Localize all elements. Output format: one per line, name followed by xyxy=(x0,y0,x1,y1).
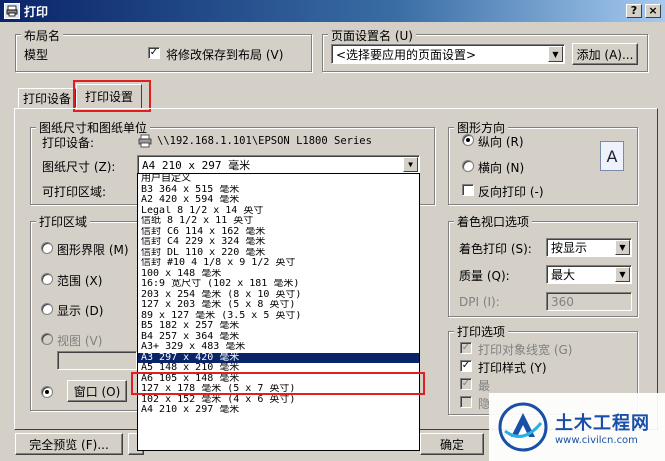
reverse-print-checkbox[interactable] xyxy=(462,184,474,196)
shade-plot-select[interactable]: 按显示 ▼ xyxy=(546,238,632,257)
paper-size-option[interactable]: 信封 DL 110 x 220 毫米 xyxy=(138,248,419,259)
print-area-display-label[interactable]: 显示 (D) xyxy=(57,302,103,319)
print-area-limits-radio[interactable] xyxy=(41,242,53,254)
paper-size-option[interactable]: 203 x 254 毫米 (8 x 10 英寸) xyxy=(138,290,419,301)
page-setup-select[interactable]: <选择要应用的页面设置> ▼ xyxy=(331,44,565,64)
paper-size-option[interactable]: 用户自定义 xyxy=(138,174,419,185)
print-area-title: 打印区域 xyxy=(36,213,91,230)
reverse-print-label[interactable]: 反向打印 (-) xyxy=(478,183,544,200)
chevron-down-icon[interactable]: ▼ xyxy=(403,157,418,172)
selection-highlight-box xyxy=(131,372,425,395)
save-changes-label[interactable]: 将修改保存到布局 (V) xyxy=(166,46,283,63)
title-bar: 打印 xyxy=(0,0,665,22)
paper-size-option[interactable]: 102 x 152 毫米 (4 x 6 英寸) xyxy=(138,395,419,406)
print-area-extents-label[interactable]: 范围 (X) xyxy=(57,272,102,289)
paper-size-option[interactable]: 信封 C6 114 x 162 毫米 xyxy=(138,227,419,238)
paper-size-option[interactable]: B4 257 x 364 毫米 xyxy=(138,332,419,343)
paper-size-option[interactable]: A2 420 x 594 毫米 xyxy=(138,195,419,206)
paper-size-option[interactable]: Legal 8 1/2 x 14 英寸 xyxy=(138,206,419,217)
paper-size-option[interactable]: A3 297 x 420 毫米 xyxy=(138,352,419,363)
device-value: \\192.168.1.101\EPSON L1800 Series xyxy=(157,135,372,147)
paper-size-option[interactable]: 127 x 203 毫米 (5 x 8 英寸) xyxy=(138,300,419,311)
window-pick-button[interactable]: 窗口 (O) xyxy=(67,380,127,402)
print-area-view-radio xyxy=(41,333,53,345)
plot-lineweights-checkbox: ✓ xyxy=(460,342,472,354)
quality-value: 最大 xyxy=(551,268,576,282)
landscape-radio[interactable] xyxy=(462,160,474,172)
plot-styles-checkbox[interactable]: ✓ xyxy=(460,360,472,372)
site-watermark: 土木工程网 www.civilcn.com xyxy=(489,393,665,461)
help-button[interactable]: ? xyxy=(626,4,642,18)
watermark-brand: 土木工程网 xyxy=(555,412,650,434)
quality-label: 质量 (Q): xyxy=(459,269,510,283)
paper-size-label: 图纸尺寸 (Z): xyxy=(42,160,116,174)
shade-plot-value: 按显示 xyxy=(551,241,588,255)
tab-plot-device[interactable]: 打印设备 xyxy=(18,88,76,108)
watermark-url: www.civilcn.com xyxy=(555,434,638,446)
paper-size-select[interactable]: A4 210 x 297 毫米 ▼ xyxy=(137,155,420,174)
paper-size-option[interactable]: B5 182 x 257 毫米 xyxy=(138,321,419,332)
paper-size-dropdown[interactable]: 用户自定义 B3 364 x 515 毫米 A2 420 x 594 毫米 Legal… xyxy=(137,173,420,451)
print-area-limits-label[interactable]: 图形界限 (M) xyxy=(57,241,129,258)
portrait-radio[interactable] xyxy=(462,134,474,146)
print-area-view-label: 视图 (V) xyxy=(57,334,103,348)
paper-size-value: A4 210 x 297 毫米 xyxy=(142,158,251,172)
save-changes-checkbox[interactable]: ✓ xyxy=(148,47,160,59)
chevron-down-icon[interactable]: ▼ xyxy=(615,240,630,255)
plot-options-title: 打印选项 xyxy=(454,323,509,340)
ok-button[interactable]: 确定 xyxy=(420,433,484,455)
paper-size-option[interactable]: 16:9 宽尺寸 (102 x 181 毫米) xyxy=(138,279,419,290)
plot-paperspace-last-label: 最 xyxy=(478,379,491,393)
close-button[interactable]: × xyxy=(645,4,661,18)
landscape-label[interactable]: 横向 (N) xyxy=(478,159,524,176)
page-setup-title: 页面设置名 (U) xyxy=(328,27,416,44)
full-preview-button[interactable]: 完全预览 (F)... xyxy=(15,433,123,455)
plot-lineweights-label: 打印对象线宽 (G) xyxy=(478,343,573,357)
shade-viewport-title: 着色视口选项 xyxy=(454,213,533,230)
print-area-extents-radio[interactable] xyxy=(41,273,53,285)
network-printer-icon xyxy=(137,134,153,148)
plot-paperspace-last-checkbox: ✓ xyxy=(460,378,472,390)
orientation-preview-icon: A xyxy=(600,141,624,171)
view-select xyxy=(57,351,137,370)
dpi-field: 360 xyxy=(546,292,632,311)
paper-size-option[interactable]: 100 x 148 毫米 xyxy=(138,269,419,280)
civil-logo-icon xyxy=(497,401,549,453)
window-title: 打印 xyxy=(24,4,49,19)
plot-styles-label[interactable]: 打印样式 (Y) xyxy=(478,359,547,376)
quality-select[interactable]: 最大 ▼ xyxy=(546,265,632,284)
paper-size-option[interactable]: 信封 C4 229 x 324 毫米 xyxy=(138,237,419,248)
paper-size-option[interactable]: B3 364 x 515 毫米 xyxy=(138,185,419,196)
print-area-window-radio[interactable] xyxy=(41,386,53,398)
shade-plot-label: 着色打印 (S): xyxy=(459,242,532,256)
add-page-setup-button[interactable]: 添加 (A)... xyxy=(572,43,638,65)
dpi-value: 360 xyxy=(551,294,574,309)
paper-size-option[interactable]: 信封 #10 4 1/8 x 9 1/2 英寸 xyxy=(138,258,419,269)
hide-objects-checkbox xyxy=(460,396,472,408)
page-setup-value: <选择要应用的页面设置> xyxy=(336,47,477,62)
paper-size-option[interactable]: 89 x 127 毫米 (3.5 x 5 英寸) xyxy=(138,311,419,322)
paper-size-option[interactable]: A4 210 x 297 毫米 xyxy=(138,405,419,416)
layout-name-title: 布局名 xyxy=(21,27,64,44)
layout-name-value: 模型 xyxy=(24,48,49,62)
device-label: 打印设备: xyxy=(42,136,95,150)
portrait-label[interactable]: 纵向 (R) xyxy=(478,133,524,150)
print-area-display-radio[interactable] xyxy=(41,303,53,315)
paper-size-option[interactable]: A3+ 329 x 483 毫米 xyxy=(138,342,419,353)
dpi-label: DPI (I): xyxy=(459,295,500,309)
chevron-down-icon[interactable]: ▼ xyxy=(615,267,630,282)
paper-size-option[interactable]: 信纸 8 1/2 x 11 英寸 xyxy=(138,216,419,227)
printer-app-icon xyxy=(4,3,20,19)
printable-area-label: 可打印区域: xyxy=(42,185,107,199)
chevron-down-icon[interactable]: ▼ xyxy=(548,46,563,62)
